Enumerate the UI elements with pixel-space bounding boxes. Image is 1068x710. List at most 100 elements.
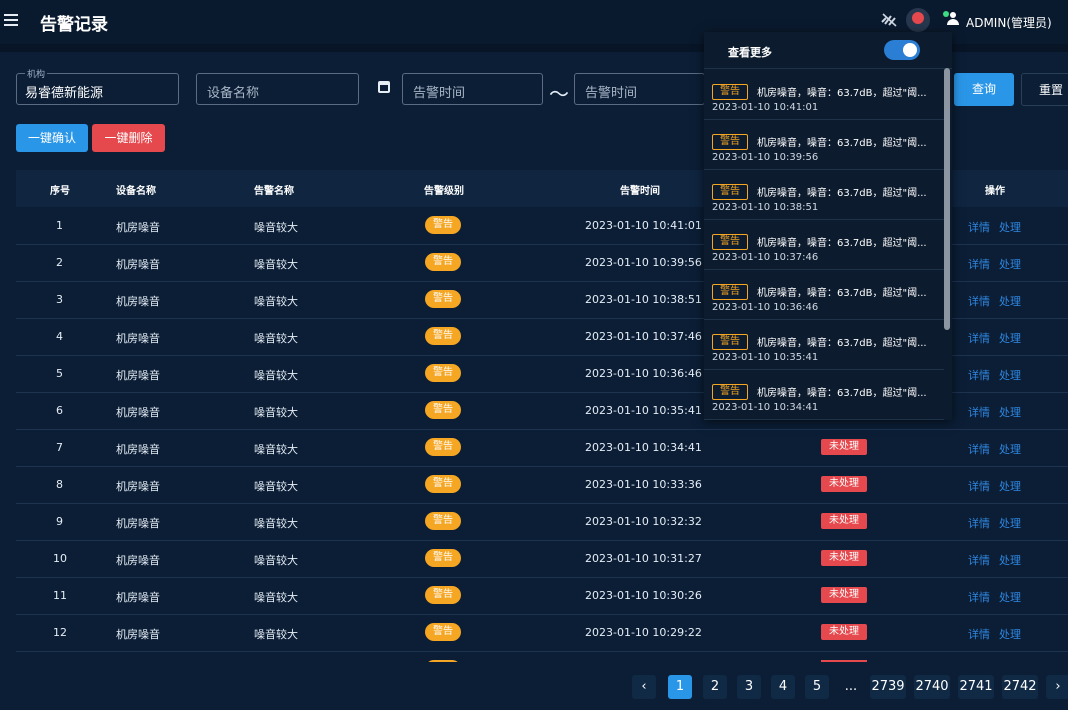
handle-link[interactable]: 处理 <box>999 478 1021 494</box>
calendar-icon <box>378 81 390 93</box>
detail-link[interactable]: 详情 <box>968 478 990 494</box>
org-select[interactable]: 机构 易睿德新能源 <box>16 67 179 105</box>
handle-link[interactable]: 处理 <box>999 219 1021 235</box>
row-number: 6 <box>56 404 63 417</box>
row-number: 3 <box>56 293 63 306</box>
notification-item[interactable]: 警告 机房噪音，噪音：63.7dB，超过"阈... 2023-01-10 10:36… <box>704 269 944 320</box>
notification-item[interactable]: 警告 机房噪音，噪音：63.7dB，超过"阈... 2023-01-10 10:41… <box>704 69 944 120</box>
end-time-input[interactable]: 告警时间 <box>574 73 705 105</box>
menu-icon[interactable] <box>4 12 18 26</box>
col-actions: 操作 <box>985 186 1005 197</box>
query-button[interactable]: 查询 <box>954 73 1014 106</box>
row-alarm-time: 2023-01-10 10:41:01 <box>585 219 702 232</box>
mute-icon[interactable] <box>880 12 898 32</box>
page-button[interactable]: 1 <box>668 675 692 699</box>
next-page-button[interactable]: › <box>1046 675 1068 699</box>
user-name[interactable]: ADMIN(管理员) <box>966 14 1052 31</box>
delete-all-button[interactable]: 一键删除 <box>92 124 165 152</box>
start-time-placeholder: 告警时间 <box>413 86 466 101</box>
notification-item[interactable]: 警告 机房噪音，噪音：63.7dB，超过"阈... 2023-01-10 10:38… <box>704 169 944 220</box>
detail-link[interactable]: 详情 <box>968 552 990 568</box>
reset-button[interactable]: 重置 <box>1021 73 1068 106</box>
col-time: 告警时间 <box>620 186 660 197</box>
dropdown-scrollbar[interactable] <box>944 68 950 330</box>
page-button[interactable]: 5 <box>805 675 829 699</box>
detail-link[interactable]: 详情 <box>968 626 990 642</box>
handle-link[interactable]: 处理 <box>999 515 1021 531</box>
notification-message: 机房噪音，噪音：63.7dB，超过"阈... <box>757 338 927 349</box>
row-alarm-time: 2023-01-10 10:36:46 <box>585 367 702 380</box>
row-alarm-name: 噪音较大 <box>254 258 298 271</box>
row-alarm-time: 2023-01-10 10:31:27 <box>585 552 702 565</box>
table-row: 12 机房噪音 噪音较大 警告 2023-01-10 10:29:22 未处理 详情 处理 <box>16 614 1068 652</box>
handle-link[interactable]: 处理 <box>999 293 1021 309</box>
handle-link[interactable]: 处理 <box>999 330 1021 346</box>
row-device-name: 机房噪音 <box>116 295 160 308</box>
page-button[interactable]: 2740 <box>914 675 950 699</box>
handle-link[interactable]: 处理 <box>999 626 1021 642</box>
col-no: 序号 <box>50 186 70 197</box>
page-button[interactable]: 2742 <box>1002 675 1038 699</box>
detail-link[interactable]: 详情 <box>968 404 990 420</box>
device-name-input[interactable]: 设备名称 <box>196 73 359 105</box>
alarm-indicator-icon <box>912 12 924 24</box>
detail-link[interactable]: 详情 <box>968 515 990 531</box>
notification-tag: 警告 <box>712 184 748 200</box>
row-number: 10 <box>53 552 67 565</box>
detail-link[interactable]: 详情 <box>968 293 990 309</box>
row-alarm-time: 2023-01-10 10:35:41 <box>585 404 702 417</box>
notification-item[interactable]: 警告 机房噪音，噪音：63.7dB，超过"阈... 2023-01-10 10:37… <box>704 219 944 270</box>
view-more-label[interactable]: 查看更多 <box>728 44 772 60</box>
status-badge: 未处理 <box>821 587 867 603</box>
table-row-partial <box>16 652 1068 662</box>
detail-link[interactable]: 详情 <box>968 589 990 605</box>
row-number: 5 <box>56 367 63 380</box>
page-button[interactable]: 2741 <box>958 675 994 699</box>
row-alarm-time: 2023-01-10 10:38:51 <box>585 293 702 306</box>
handle-link[interactable]: 处理 <box>999 404 1021 420</box>
handle-link[interactable]: 处理 <box>999 441 1021 457</box>
row-device-name: 机房噪音 <box>116 221 160 234</box>
status-badge: 未处理 <box>821 513 867 529</box>
notification-item[interactable]: 警告 机房噪音，噪音：63.7dB，超过"阈... 2023-01-10 10:34… <box>704 369 944 420</box>
handle-link[interactable]: 处理 <box>999 552 1021 568</box>
page-button[interactable]: 3 <box>737 675 761 699</box>
row-alarm-time: 2023-01-10 10:30:26 <box>585 589 702 602</box>
page-button[interactable]: 2 <box>703 675 727 699</box>
notification-tag: 警告 <box>712 134 748 150</box>
level-badge: 警告 <box>425 327 461 345</box>
detail-link[interactable]: 详情 <box>968 441 990 457</box>
notification-message: 机房噪音，噪音：63.7dB，超过"阈... <box>757 88 927 99</box>
page-button[interactable]: 4 <box>771 675 795 699</box>
row-number: 9 <box>56 515 63 528</box>
row-alarm-name: 噪音较大 <box>254 591 298 604</box>
table-row: 7 机房噪音 噪音较大 警告 2023-01-10 10:34:41 未处理 详情 处理 <box>16 429 1068 467</box>
notification-item[interactable]: 警告 机房噪音，噪音：63.7dB，超过"阈... 2023-01-10 10:35… <box>704 319 944 370</box>
row-number: 11 <box>53 589 67 602</box>
start-time-input[interactable]: 告警时间 <box>402 73 543 105</box>
detail-link[interactable]: 详情 <box>968 367 990 383</box>
detail-link[interactable]: 详情 <box>968 330 990 346</box>
row-alarm-name: 噪音较大 <box>254 443 298 456</box>
col-level: 告警级别 <box>424 186 464 197</box>
handle-link[interactable]: 处理 <box>999 256 1021 272</box>
row-alarm-name: 噪音较大 <box>254 295 298 308</box>
notification-tag: 警告 <box>712 84 748 100</box>
handle-link[interactable]: 处理 <box>999 367 1021 383</box>
row-device-name: 机房噪音 <box>116 258 160 271</box>
prev-page-button[interactable]: ‹ <box>632 675 656 699</box>
notification-message: 机房噪音，噪音：63.7dB，超过"阈... <box>757 188 927 199</box>
level-badge: 警告 <box>425 364 461 382</box>
level-badge: 警告 <box>425 512 461 530</box>
detail-link[interactable]: 详情 <box>968 256 990 272</box>
notification-toggle[interactable] <box>884 40 920 60</box>
notification-tag: 警告 <box>712 334 748 350</box>
notification-item[interactable]: 警告 机房噪音，噪音：63.7dB，超过"阈... 2023-01-10 10:39… <box>704 119 944 170</box>
notification-message: 机房噪音，噪音：63.7dB，超过"阈... <box>757 138 927 149</box>
detail-link[interactable]: 详情 <box>968 219 990 235</box>
level-badge: 警告 <box>425 623 461 641</box>
confirm-all-button[interactable]: 一键确认 <box>16 124 88 152</box>
level-badge: 警告 <box>425 216 461 234</box>
handle-link[interactable]: 处理 <box>999 589 1021 605</box>
page-button[interactable]: 2739 <box>870 675 906 699</box>
